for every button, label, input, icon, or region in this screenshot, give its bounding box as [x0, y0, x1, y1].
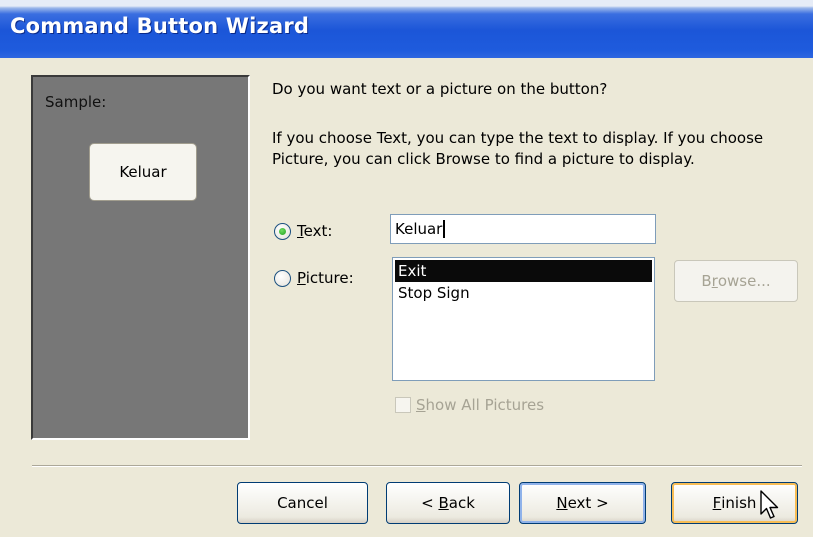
sample-button-text: Keluar — [119, 163, 167, 181]
text-radio-button[interactable] — [274, 222, 291, 240]
back-label-b: ack — [448, 494, 475, 512]
prompt-text: Do you want text or a picture on the but… — [272, 80, 608, 98]
text-radio-label[interactable]: Text: — [297, 222, 332, 240]
next-label-b: ext > — [567, 494, 609, 512]
finish-label-accel: F — [712, 494, 722, 512]
picture-radio-button[interactable] — [274, 269, 291, 287]
text-option[interactable]: Text: — [274, 222, 332, 240]
picture-listbox[interactable]: Exit Stop Sign — [392, 257, 655, 381]
command-button-wizard-dialog: Command Button Wizard Sample: Keluar Do … — [0, 0, 813, 537]
list-item-exit[interactable]: Exit — [395, 260, 652, 282]
finish-label-b: inish — [721, 494, 757, 512]
sample-button-preview: Keluar — [89, 143, 197, 201]
text-caret — [443, 220, 446, 238]
next-button[interactable]: Next > — [519, 482, 646, 524]
cancel-label: Cancel — [277, 494, 328, 512]
text-label-accel: T — [297, 222, 304, 240]
browse-label-a: B — [701, 272, 712, 290]
picture-option[interactable]: Picture: — [274, 269, 354, 287]
next-label-accel: N — [556, 494, 568, 512]
show-all-rest: how All Pictures — [425, 396, 545, 414]
button-text-value: Keluar — [395, 220, 443, 238]
window-title: Command Button Wizard — [10, 14, 310, 38]
sample-panel: Sample: Keluar — [31, 75, 250, 440]
show-all-pictures-checkbox[interactable] — [395, 397, 411, 413]
show-all-pictures-option[interactable]: Show All Pictures — [395, 396, 544, 414]
button-text-input[interactable]: Keluar — [390, 214, 656, 244]
list-item-stop-sign[interactable]: Stop Sign — [395, 282, 652, 304]
footer-divider — [32, 465, 802, 467]
explanation-text: If you choose Text, you can type the tex… — [272, 129, 764, 168]
title-bar[interactable]: Command Button Wizard — [0, 0, 813, 58]
back-label-accel: B — [438, 494, 449, 512]
show-all-accel: S — [416, 396, 426, 414]
show-all-pictures-label: Show All Pictures — [416, 396, 544, 414]
back-button[interactable]: < Back — [386, 482, 510, 524]
back-label-a: < — [421, 494, 439, 512]
picture-label-rest: icture: — [305, 269, 354, 287]
cancel-button[interactable]: Cancel — [237, 482, 368, 524]
sample-label: Sample: — [45, 93, 107, 111]
text-label-rest: ext: — [303, 222, 333, 240]
mouse-cursor-icon — [760, 490, 779, 519]
browse-button[interactable]: Br owse... — [674, 260, 798, 302]
browse-label-b: owse... — [717, 272, 771, 290]
picture-radio-label[interactable]: Picture: — [297, 269, 354, 287]
picture-label-accel: P — [297, 269, 306, 287]
